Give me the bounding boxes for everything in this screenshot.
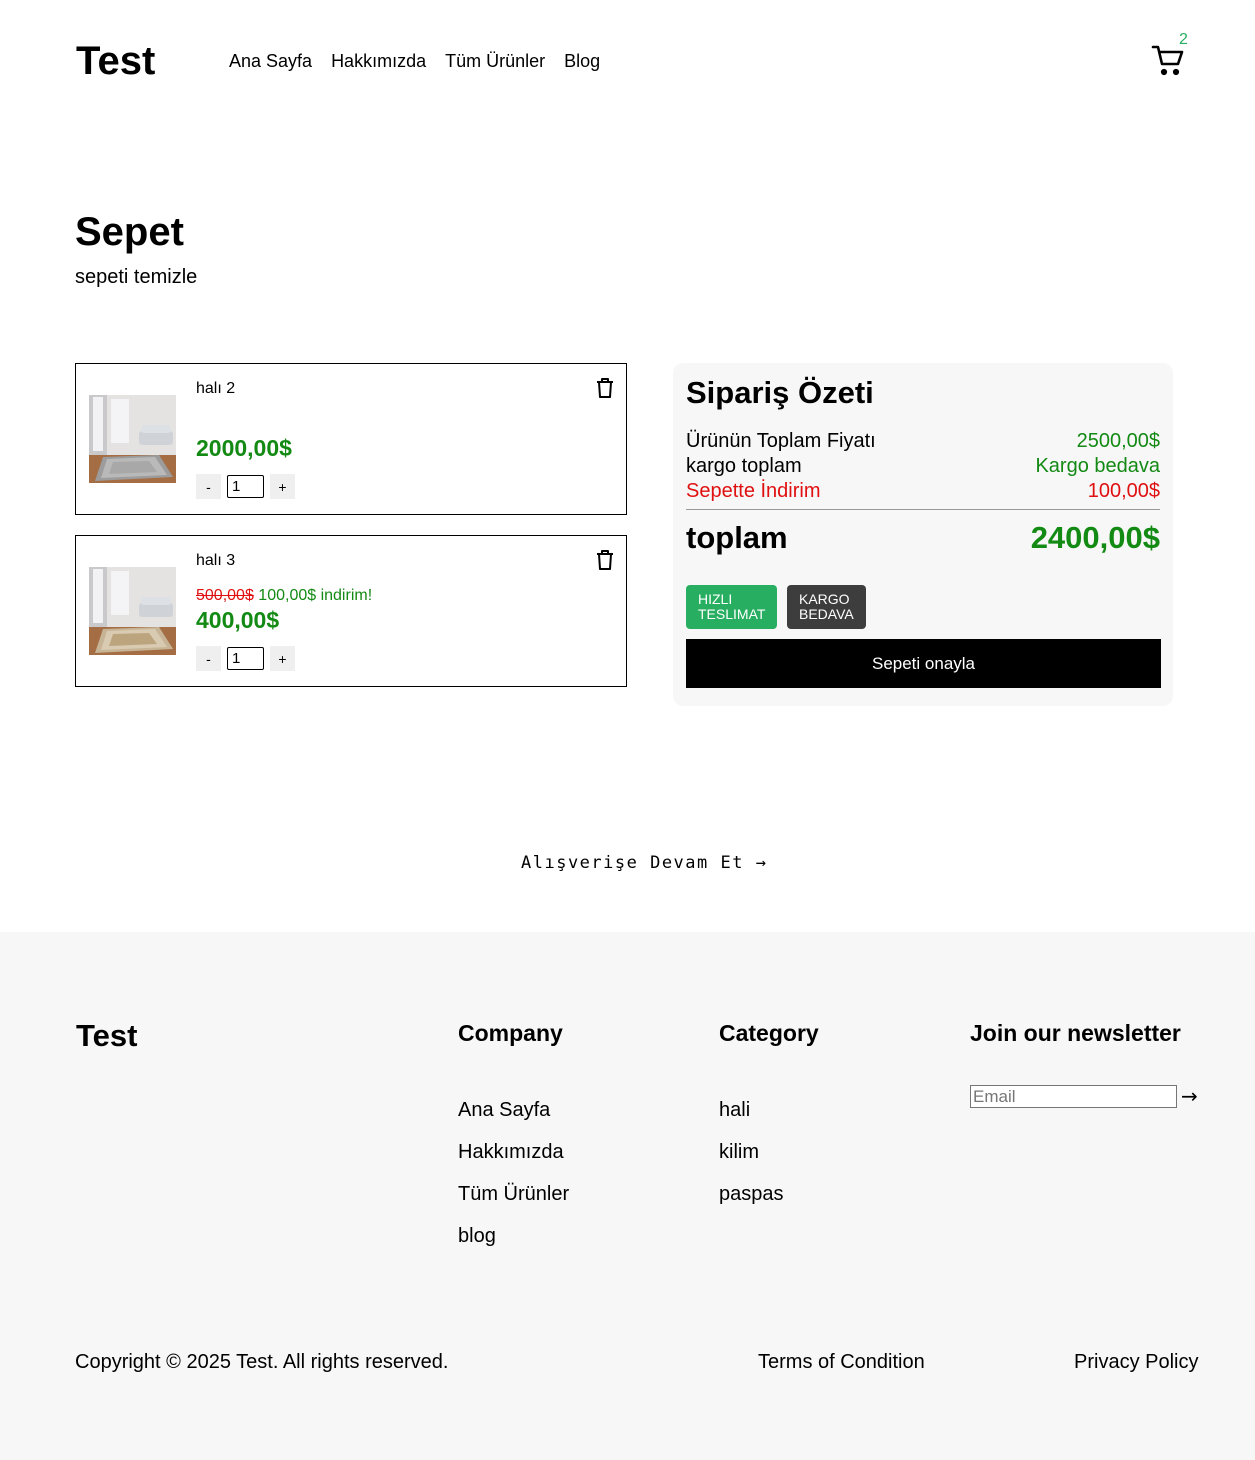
footer-link-kilim[interactable]: kilim [719, 1140, 784, 1164]
site-logo[interactable]: Test [76, 39, 155, 83]
summary-row-discount: Sepette İndirim 100,00$ [686, 479, 1160, 503]
summary-row-shipping: kargo toplam Kargo bedava [686, 454, 1160, 478]
footer-link-hali[interactable]: hali [719, 1098, 784, 1122]
product-price: 400,00$ [196, 607, 280, 633]
footer-logo[interactable]: Test [76, 1018, 137, 1054]
summary-title: Sipariş Özeti [686, 375, 874, 410]
footer-newsletter-heading: Join our newsletter [970, 1020, 1181, 1046]
footer-link-all-products[interactable]: Tüm Ürünler [458, 1182, 569, 1206]
discount-note: 100,00$ indirim! [258, 587, 373, 604]
footer-company-heading: Company [458, 1020, 563, 1046]
total-value: 2400,00$ [1030, 520, 1160, 555]
fast-delivery-badge: HIZLI TESLIMAT [686, 585, 777, 629]
cart-item: halı 2 2000,00$ - + [75, 363, 627, 515]
continue-shopping-link[interactable]: Alışverişe Devam Et → [521, 852, 767, 874]
site-footer: Test Company Ana Sayfa Hakkımızda Tüm Ür… [0, 932, 1255, 1460]
order-summary: Sipariş Özeti Ürünün Toplam Fiyatı 2500,… [673, 363, 1173, 706]
total-label: toplam [686, 520, 788, 555]
nav-link-about[interactable]: Hakkımızda [331, 50, 426, 72]
discount-label: Sepette İndirim [686, 480, 821, 502]
price-discount-row: 500,00$ 100,00$ indirim! [196, 586, 372, 606]
subtotal-value: 2500,00$ [1076, 430, 1160, 452]
decrease-quantity-button[interactable]: - [196, 474, 221, 499]
trash-icon[interactable] [595, 549, 615, 571]
copyright-text: Copyright © 2025 Test. All rights reserv… [75, 1351, 449, 1373]
shipping-label: kargo toplam [686, 455, 802, 477]
product-price: 2000,00$ [196, 435, 292, 461]
cart-item: halı 3 500,00$ 100,00$ indirim! 400,00$ … [75, 535, 627, 687]
quantity-stepper: - + [196, 474, 295, 499]
confirm-cart-button[interactable]: Sepeti onayla [686, 639, 1161, 688]
cart-count-badge: 2 [1179, 31, 1188, 48]
discount-value: 100,00$ [1087, 480, 1160, 502]
footer-company-links: Ana Sayfa Hakkımızda Tüm Ürünler blog [458, 1098, 569, 1248]
increase-quantity-button[interactable]: + [270, 646, 295, 671]
terms-link-wrapper: Terms of Condition [758, 1350, 925, 1374]
nav-link-blog[interactable]: Blog [564, 50, 600, 72]
quantity-input[interactable] [227, 647, 264, 670]
shipping-value: Kargo bedava [1035, 455, 1160, 477]
footer-link-home[interactable]: Ana Sayfa [458, 1098, 569, 1122]
newsletter-email-input[interactable] [970, 1085, 1177, 1108]
quantity-stepper: - + [196, 646, 295, 671]
clear-cart-link[interactable]: sepeti temizle [75, 265, 197, 289]
privacy-link[interactable]: Privacy Policy [1074, 1351, 1198, 1373]
main-nav: Ana Sayfa Hakkımızda Tüm Ürünler Blog [229, 50, 600, 72]
subtotal-label: Ürünün Toplam Fiyatı [686, 430, 876, 452]
summary-row-subtotal: Ürünün Toplam Fiyatı 2500,00$ [686, 429, 1160, 453]
nav-link-home[interactable]: Ana Sayfa [229, 50, 312, 72]
summary-total-row: toplam 2400,00$ [686, 520, 1160, 556]
trash-icon[interactable] [595, 377, 615, 399]
terms-link[interactable]: Terms of Condition [758, 1351, 925, 1373]
old-price: 500,00$ [196, 587, 254, 604]
product-name[interactable]: halı 3 [196, 551, 235, 571]
footer-link-blog[interactable]: blog [458, 1224, 569, 1248]
footer-category-links: hali kilim paspas [719, 1098, 784, 1206]
privacy-link-wrapper: Privacy Policy [1074, 1350, 1198, 1374]
quantity-input[interactable] [227, 475, 264, 498]
nav-link-all-products[interactable]: Tüm Ürünler [445, 50, 545, 72]
footer-link-paspas[interactable]: paspas [719, 1182, 784, 1206]
increase-quantity-button[interactable]: + [270, 474, 295, 499]
free-shipping-badge: KARGO BEDAVA [787, 585, 866, 629]
page-title: Sepet [75, 210, 184, 254]
product-image[interactable] [89, 395, 176, 483]
footer-link-about[interactable]: Hakkımızda [458, 1140, 569, 1164]
footer-category-heading: Category [719, 1020, 819, 1046]
product-image[interactable] [89, 567, 176, 655]
product-name[interactable]: halı 2 [196, 379, 235, 399]
summary-divider [686, 509, 1160, 510]
newsletter-submit-button[interactable]: → [1181, 1084, 1198, 1108]
decrease-quantity-button[interactable]: - [196, 646, 221, 671]
